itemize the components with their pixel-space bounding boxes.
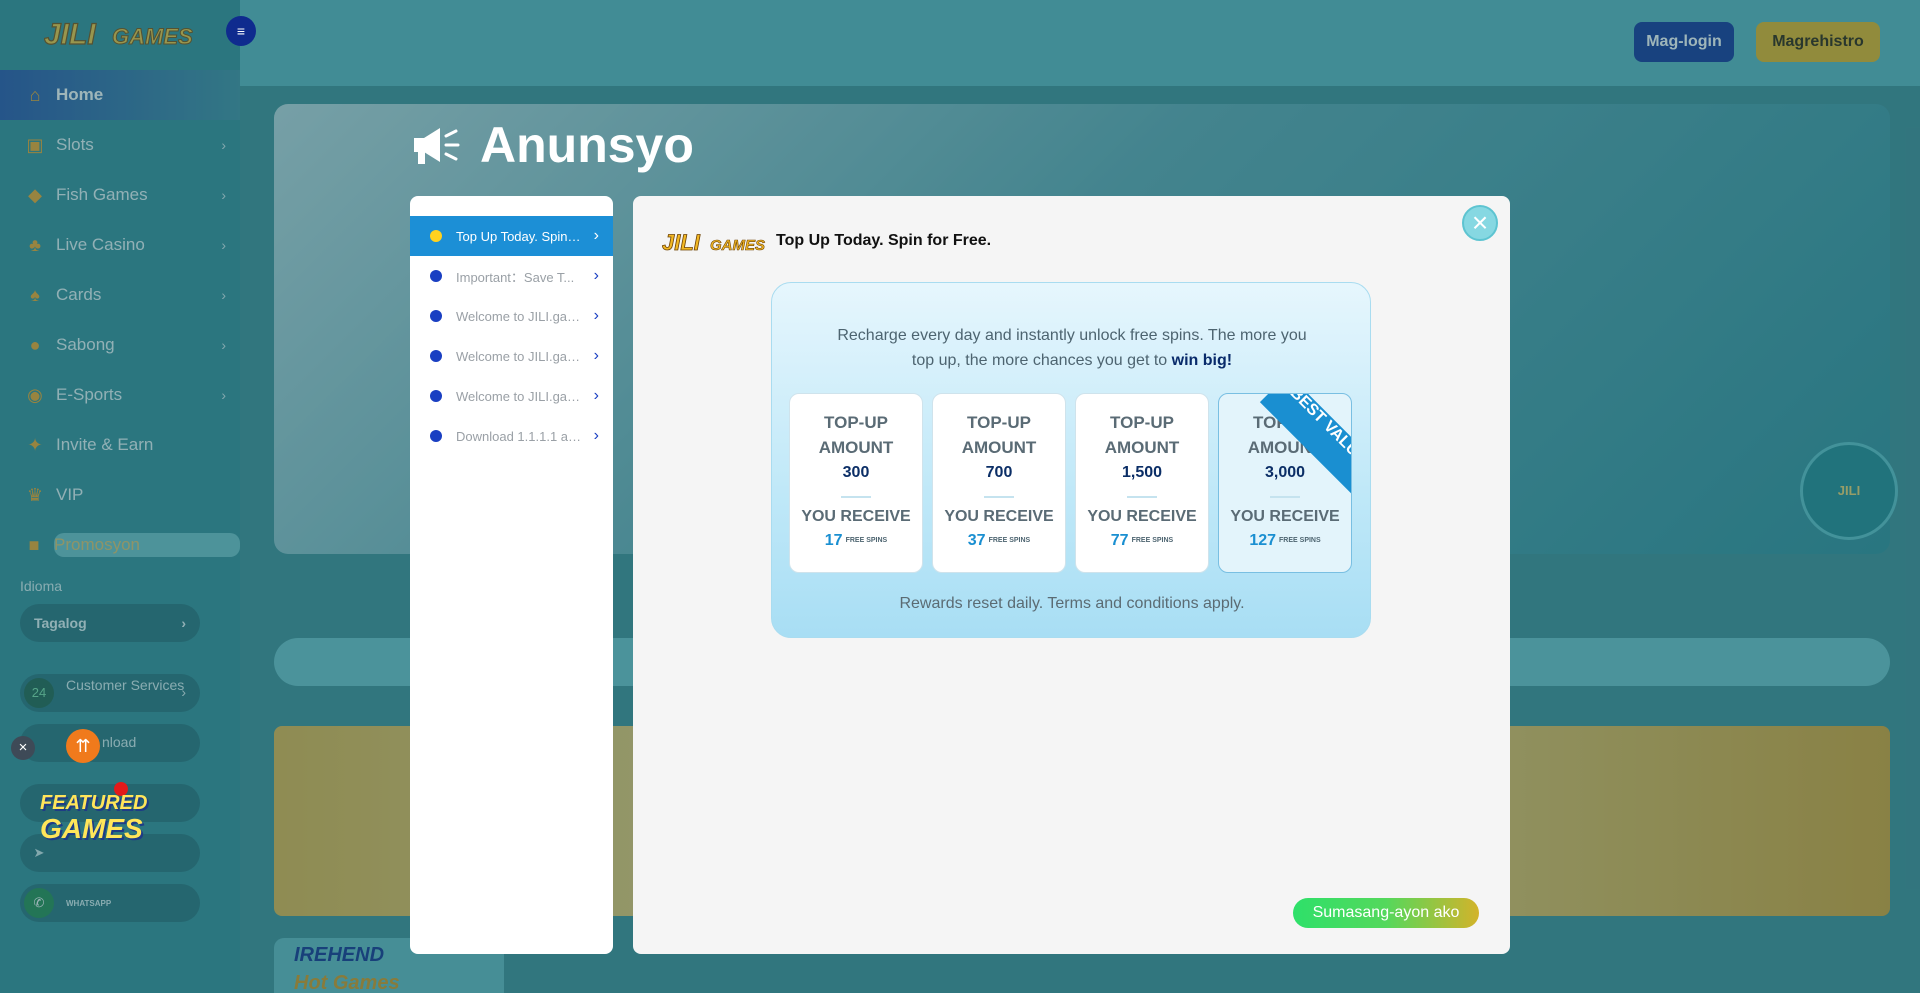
tier-amount: 1,500 xyxy=(1121,464,1163,481)
announcement-item-label: Welcome to JILI.games xyxy=(456,348,582,364)
announcement-item[interactable]: Welcome to JILI.games › xyxy=(410,336,613,376)
svg-text:JILI: JILI xyxy=(662,230,701,255)
tier-card: TOP-UP AMOUNT 1,500 YOU RECEIVE 77 FREE S… xyxy=(1075,393,1209,573)
announcement-header: JILI GAMES Top Up Today. Spin for Free. xyxy=(662,226,991,256)
announcement-detail-title: Top Up Today. Spin for Free. xyxy=(776,232,992,249)
announcement-title: Anunsyo xyxy=(410,116,694,174)
tier-spins-count: 77 xyxy=(1110,532,1129,549)
bullet-icon xyxy=(430,430,442,442)
announcement-title-text: Anunsyo xyxy=(480,117,694,173)
tier-spins-unit: FREE SPINS xyxy=(988,537,1031,545)
promo-text-highlight: win big! xyxy=(1171,352,1233,369)
tier-spins-count: 37 xyxy=(967,532,986,549)
chevron-right-icon: › xyxy=(593,227,599,244)
bullet-icon xyxy=(430,230,442,242)
tier-amount: 700 xyxy=(985,464,1013,481)
tier-spins-unit: FREE SPINS xyxy=(845,537,888,545)
announcement-item[interactable]: Top Up Today. Spin for Free. › xyxy=(410,216,613,256)
menu-toggle-button[interactable]: ≡ xyxy=(226,16,256,46)
announcement-list: Top Up Today. Spin for Free. › Important… xyxy=(410,196,613,954)
promo-terms: Rewards reset daily. Terms and condition… xyxy=(899,595,1245,612)
tier-divider xyxy=(984,496,1014,498)
tier-spins: 37 FREE SPINS xyxy=(933,532,1065,550)
announcement-item-label: Welcome to JILI.games xyxy=(456,388,582,404)
close-icon: × xyxy=(1471,207,1489,238)
tier-spins: 17 FREE SPINS xyxy=(790,532,922,550)
tier-label: TOP-UP AMOUNT xyxy=(1104,413,1180,457)
chevron-right-icon: › xyxy=(593,347,599,364)
promo-text-main: Recharge every day and instantly unlock … xyxy=(837,327,1307,369)
tier-receive-label: YOU RECEIVE xyxy=(1087,508,1197,525)
tier-label: TOP-UP AMOUNT xyxy=(818,413,894,457)
bullet-icon xyxy=(430,350,442,362)
close-button[interactable]: × xyxy=(1462,205,1498,241)
tier-card: TOP-UP AMOUNT 700 YOU RECEIVE 37 FREE SPI… xyxy=(932,393,1066,573)
featured-games-badge[interactable]: FEATURED GAMES xyxy=(40,778,148,864)
announcement-item[interactable]: Download 1.1.1.1 app › xyxy=(410,416,613,456)
chevron-right-icon: › xyxy=(593,427,599,444)
megaphone-icon xyxy=(414,128,460,164)
tier-spins: 77 FREE SPINS xyxy=(1076,532,1208,550)
bullet-icon xyxy=(430,270,442,282)
announcement-item-label: Download 1.1.1.1 app xyxy=(456,428,582,444)
tier-spins-count: 17 xyxy=(824,532,843,549)
chevron-right-icon: › xyxy=(593,307,599,324)
svg-text:GAMES: GAMES xyxy=(710,237,765,254)
chevron-right-icon: › xyxy=(593,387,599,404)
close-float-icon[interactable]: × xyxy=(11,736,35,760)
tier-card: TOP-UP AMOUNT 300 YOU RECEIVE 17 FREE SPI… xyxy=(789,393,923,573)
bullet-icon xyxy=(430,310,442,322)
tier-label: TOP-UP AMOUNT xyxy=(961,413,1037,457)
agree-button[interactable]: Sumasang-ayon ako xyxy=(1293,898,1479,928)
featured-line-1: FEATURED xyxy=(40,792,148,814)
tier-receive-label: YOU RECEIVE xyxy=(801,508,911,525)
promo-description: Recharge every day and instantly unlock … xyxy=(832,323,1312,373)
tier-spins-unit: FREE SPINS xyxy=(1279,537,1321,545)
announcement-item-label: Important：Save T... xyxy=(456,269,575,285)
tier-receive-label: YOU RECEIVE xyxy=(1230,508,1340,525)
featured-line-2: GAMES xyxy=(40,813,143,844)
featured-games-text: FEATURED GAMES xyxy=(40,792,148,844)
jili-games-logo: JILI GAMES xyxy=(662,230,765,256)
bullet-icon xyxy=(430,390,442,402)
tier-divider xyxy=(1127,496,1157,498)
tier-card-best-value: TOP-UP AMOUNT 3,000 YOU RECEIVE 127FREE … xyxy=(1218,393,1352,573)
announcement-item[interactable]: Important：Save T... › xyxy=(410,256,613,296)
announcement-detail: × JILI GAMES Top Up Today. Spin for Free… xyxy=(633,196,1510,954)
announcement-item[interactable]: Welcome to JILI.games › xyxy=(410,376,613,416)
chevron-right-icon: › xyxy=(593,267,599,284)
tier-spins: 127 FREE SPINS xyxy=(1219,532,1351,550)
announcement-item-label: Top Up Today. Spin for Free. xyxy=(456,228,582,244)
tier-divider xyxy=(841,496,871,498)
tier-amount: 300 xyxy=(842,464,870,481)
scroll-top-icon[interactable]: ⇈ xyxy=(66,729,100,763)
tier-receive-label: YOU RECEIVE xyxy=(944,508,1054,525)
tier-divider xyxy=(1270,496,1300,498)
tier-spins-count: 127 xyxy=(1249,532,1277,549)
promo-card: Recharge every day and instantly unlock … xyxy=(771,282,1371,638)
tier-spins-unit: FREE SPINS xyxy=(1131,537,1174,545)
announcement-item-label: Welcome to JILI.games xyxy=(456,308,582,324)
announcement-item[interactable]: Welcome to JILI.games › xyxy=(410,296,613,336)
